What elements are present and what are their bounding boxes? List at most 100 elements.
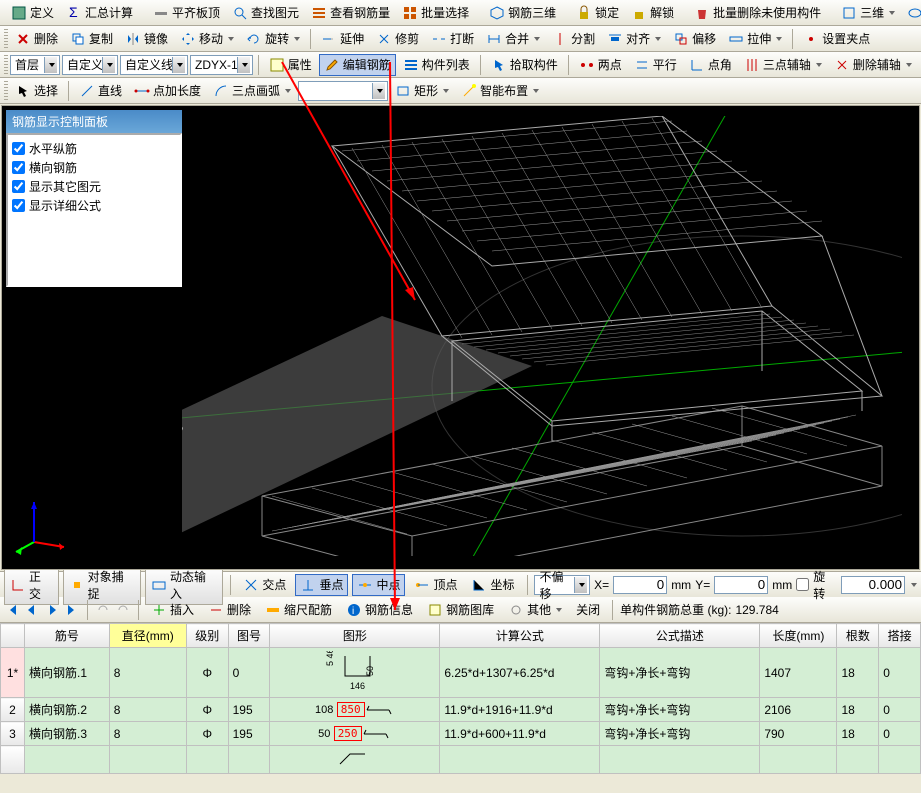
top-btn[interactable]: 顶点 (409, 574, 462, 596)
offset-btn[interactable]: 偏移 (668, 28, 721, 50)
cell-len[interactable]: 1407 (760, 648, 837, 698)
offset-combo[interactable]: 不偏移 (534, 575, 590, 595)
cell-name[interactable]: 横向钢筋.1 (25, 648, 110, 698)
chk-transverse[interactable] (12, 161, 25, 174)
ortho-btn[interactable]: 正交 (4, 565, 59, 605)
th-formula[interactable]: 计算公式 (440, 624, 600, 648)
find-btn[interactable]: 查找图元 (227, 2, 304, 24)
chk-horizontal[interactable] (12, 142, 25, 155)
chk-formula[interactable] (12, 199, 25, 212)
close-btn[interactable]: 关闭 (571, 599, 605, 621)
merge-btn[interactable]: 合并 (481, 28, 545, 50)
unlock-btn[interactable]: 解锁 (626, 2, 679, 24)
cell-desc[interactable]: 弯钩+净长+弯钩 (600, 722, 760, 746)
cell-shape[interactable]: 5 4614650 (270, 648, 440, 698)
cell-count[interactable]: 18 (837, 648, 879, 698)
two-pt-btn[interactable]: 两点 (574, 54, 627, 76)
list-btn[interactable]: 构件列表 (398, 54, 475, 76)
chk-other[interactable] (12, 180, 25, 193)
move-btn[interactable]: 移动 (175, 28, 239, 50)
snap-btn[interactable]: 对象捕捉 (63, 565, 141, 605)
stretch-btn[interactable]: 拉伸 (723, 28, 787, 50)
origin-btn[interactable]: 设置夹点 (798, 28, 875, 50)
th-name[interactable]: 筋号 (25, 624, 110, 648)
cell-dia[interactable]: 8 (109, 698, 186, 722)
persp-btn[interactable]: 俯视 (902, 2, 921, 24)
edit-rebar-btn[interactable]: 编辑钢筋 (319, 54, 396, 76)
trim-btn[interactable]: 修剪 (371, 28, 424, 50)
batch-sel-btn[interactable]: 批量选择 (397, 2, 474, 24)
parallel-btn[interactable]: 平行 (629, 54, 682, 76)
other-btn[interactable]: 其他 (503, 599, 567, 621)
grip[interactable] (4, 55, 8, 75)
cell-len[interactable]: 2106 (760, 698, 837, 722)
cell-fig[interactable]: 195 (228, 698, 270, 722)
code-combo[interactable]: ZDYX-1 (190, 55, 253, 75)
cell-name[interactable]: 横向钢筋.3 (25, 722, 110, 746)
summary-btn[interactable]: Σ汇总计算 (61, 2, 138, 24)
align-btn[interactable]: 对齐 (602, 28, 666, 50)
undo-icon[interactable] (95, 602, 111, 618)
lock-btn[interactable]: 锁定 (571, 2, 624, 24)
cell-lap[interactable]: 0 (879, 698, 921, 722)
cell-fig[interactable]: 195 (228, 722, 270, 746)
cell-dia[interactable]: 8 (109, 648, 186, 698)
th-idx[interactable] (1, 624, 25, 648)
row-index[interactable]: 2 (1, 698, 25, 722)
view-rebar-btn[interactable]: 查看钢筋量 (306, 2, 395, 24)
table-row[interactable]: 3 横向钢筋.3 8 Φ 195 50 250 11.9*d+600+11.9*… (1, 722, 921, 746)
insert-btn[interactable]: 插入 (146, 599, 199, 621)
cell-grade[interactable]: Φ (186, 722, 228, 746)
grip[interactable] (4, 81, 8, 101)
flat-btn[interactable]: 平齐板顶 (148, 2, 225, 24)
add-len-btn[interactable]: 点加长度 (129, 80, 206, 102)
cell-formula[interactable]: 11.9*d+1916+11.9*d (440, 698, 600, 722)
x-input[interactable] (613, 576, 667, 594)
define-btn[interactable]: 定义 (6, 2, 59, 24)
extend-btn[interactable]: 延伸 (316, 28, 369, 50)
prev-icon[interactable] (24, 602, 40, 618)
batch-del-btn[interactable]: 批量删除未使用构件 (689, 2, 826, 24)
corner-btn[interactable]: 点角 (684, 54, 737, 76)
rotate-btn[interactable]: 旋转 (241, 28, 305, 50)
rebar-3d-btn[interactable]: 钢筋三维 (484, 2, 561, 24)
info-btn[interactable]: i钢筋信息 (341, 599, 418, 621)
redo-icon[interactable] (115, 602, 131, 618)
th-lap[interactable]: 搭接 (879, 624, 921, 648)
cell-formula[interactable]: 11.9*d+600+11.9*d (440, 722, 600, 746)
del-aux-btn[interactable]: 删除辅轴 (829, 54, 917, 76)
th-count[interactable]: 根数 (837, 624, 879, 648)
cell-desc[interactable]: 弯钩+净长+弯钩 (600, 698, 760, 722)
row-index[interactable]: 3 (1, 722, 25, 746)
arc-btn[interactable]: 三点画弧 (208, 80, 296, 102)
library-btn[interactable]: 钢筋图库 (422, 599, 499, 621)
y-input[interactable] (714, 576, 768, 594)
last-icon[interactable] (64, 602, 80, 618)
th-fig[interactable]: 图号 (228, 624, 270, 648)
cell-grade[interactable]: Φ (186, 698, 228, 722)
delete-btn[interactable]: 删除 (10, 28, 63, 50)
cell-desc[interactable]: 弯钩+净长+弯钩 (600, 648, 760, 698)
grip[interactable] (4, 29, 8, 49)
rotate-chk[interactable] (796, 578, 809, 591)
table-row[interactable]: 2 横向钢筋.2 8 Φ 195 108 850 11.9*d+1916+11.… (1, 698, 921, 722)
table-row[interactable]: 1* 横向钢筋.1 8 Φ 0 5 4614650 6.25*d+1307+6.… (1, 648, 921, 698)
cell-dia[interactable]: 8 (109, 722, 186, 746)
cell-formula[interactable]: 6.25*d+1307+6.25*d (440, 648, 600, 698)
coord-btn[interactable]: 坐标 (466, 574, 519, 596)
custom2-combo[interactable]: 自定义线 (120, 55, 188, 75)
cell-name[interactable]: 横向钢筋.2 (25, 698, 110, 722)
cross-btn[interactable]: 交点 (238, 574, 291, 596)
cell-len[interactable]: 790 (760, 722, 837, 746)
delete-row-btn[interactable]: 删除 (203, 599, 256, 621)
rotate-input[interactable] (841, 576, 905, 594)
pick-btn[interactable]: 拾取构件 (486, 54, 563, 76)
split-btn[interactable]: 分割 (547, 28, 600, 50)
rect-btn[interactable]: 矩形 (390, 80, 454, 102)
cell-shape[interactable]: 50 250 (270, 722, 440, 746)
first-icon[interactable] (4, 602, 20, 618)
th-len[interactable]: 长度(mm) (760, 624, 837, 648)
break-btn[interactable]: 打断 (426, 28, 479, 50)
three-aux-btn[interactable]: 三点辅轴 (739, 54, 827, 76)
viewport-3d[interactable]: 13500 钢筋显示控制面板 水平纵筋 横向钢筋 显示其它图元 显示详细公式 (1, 105, 920, 570)
